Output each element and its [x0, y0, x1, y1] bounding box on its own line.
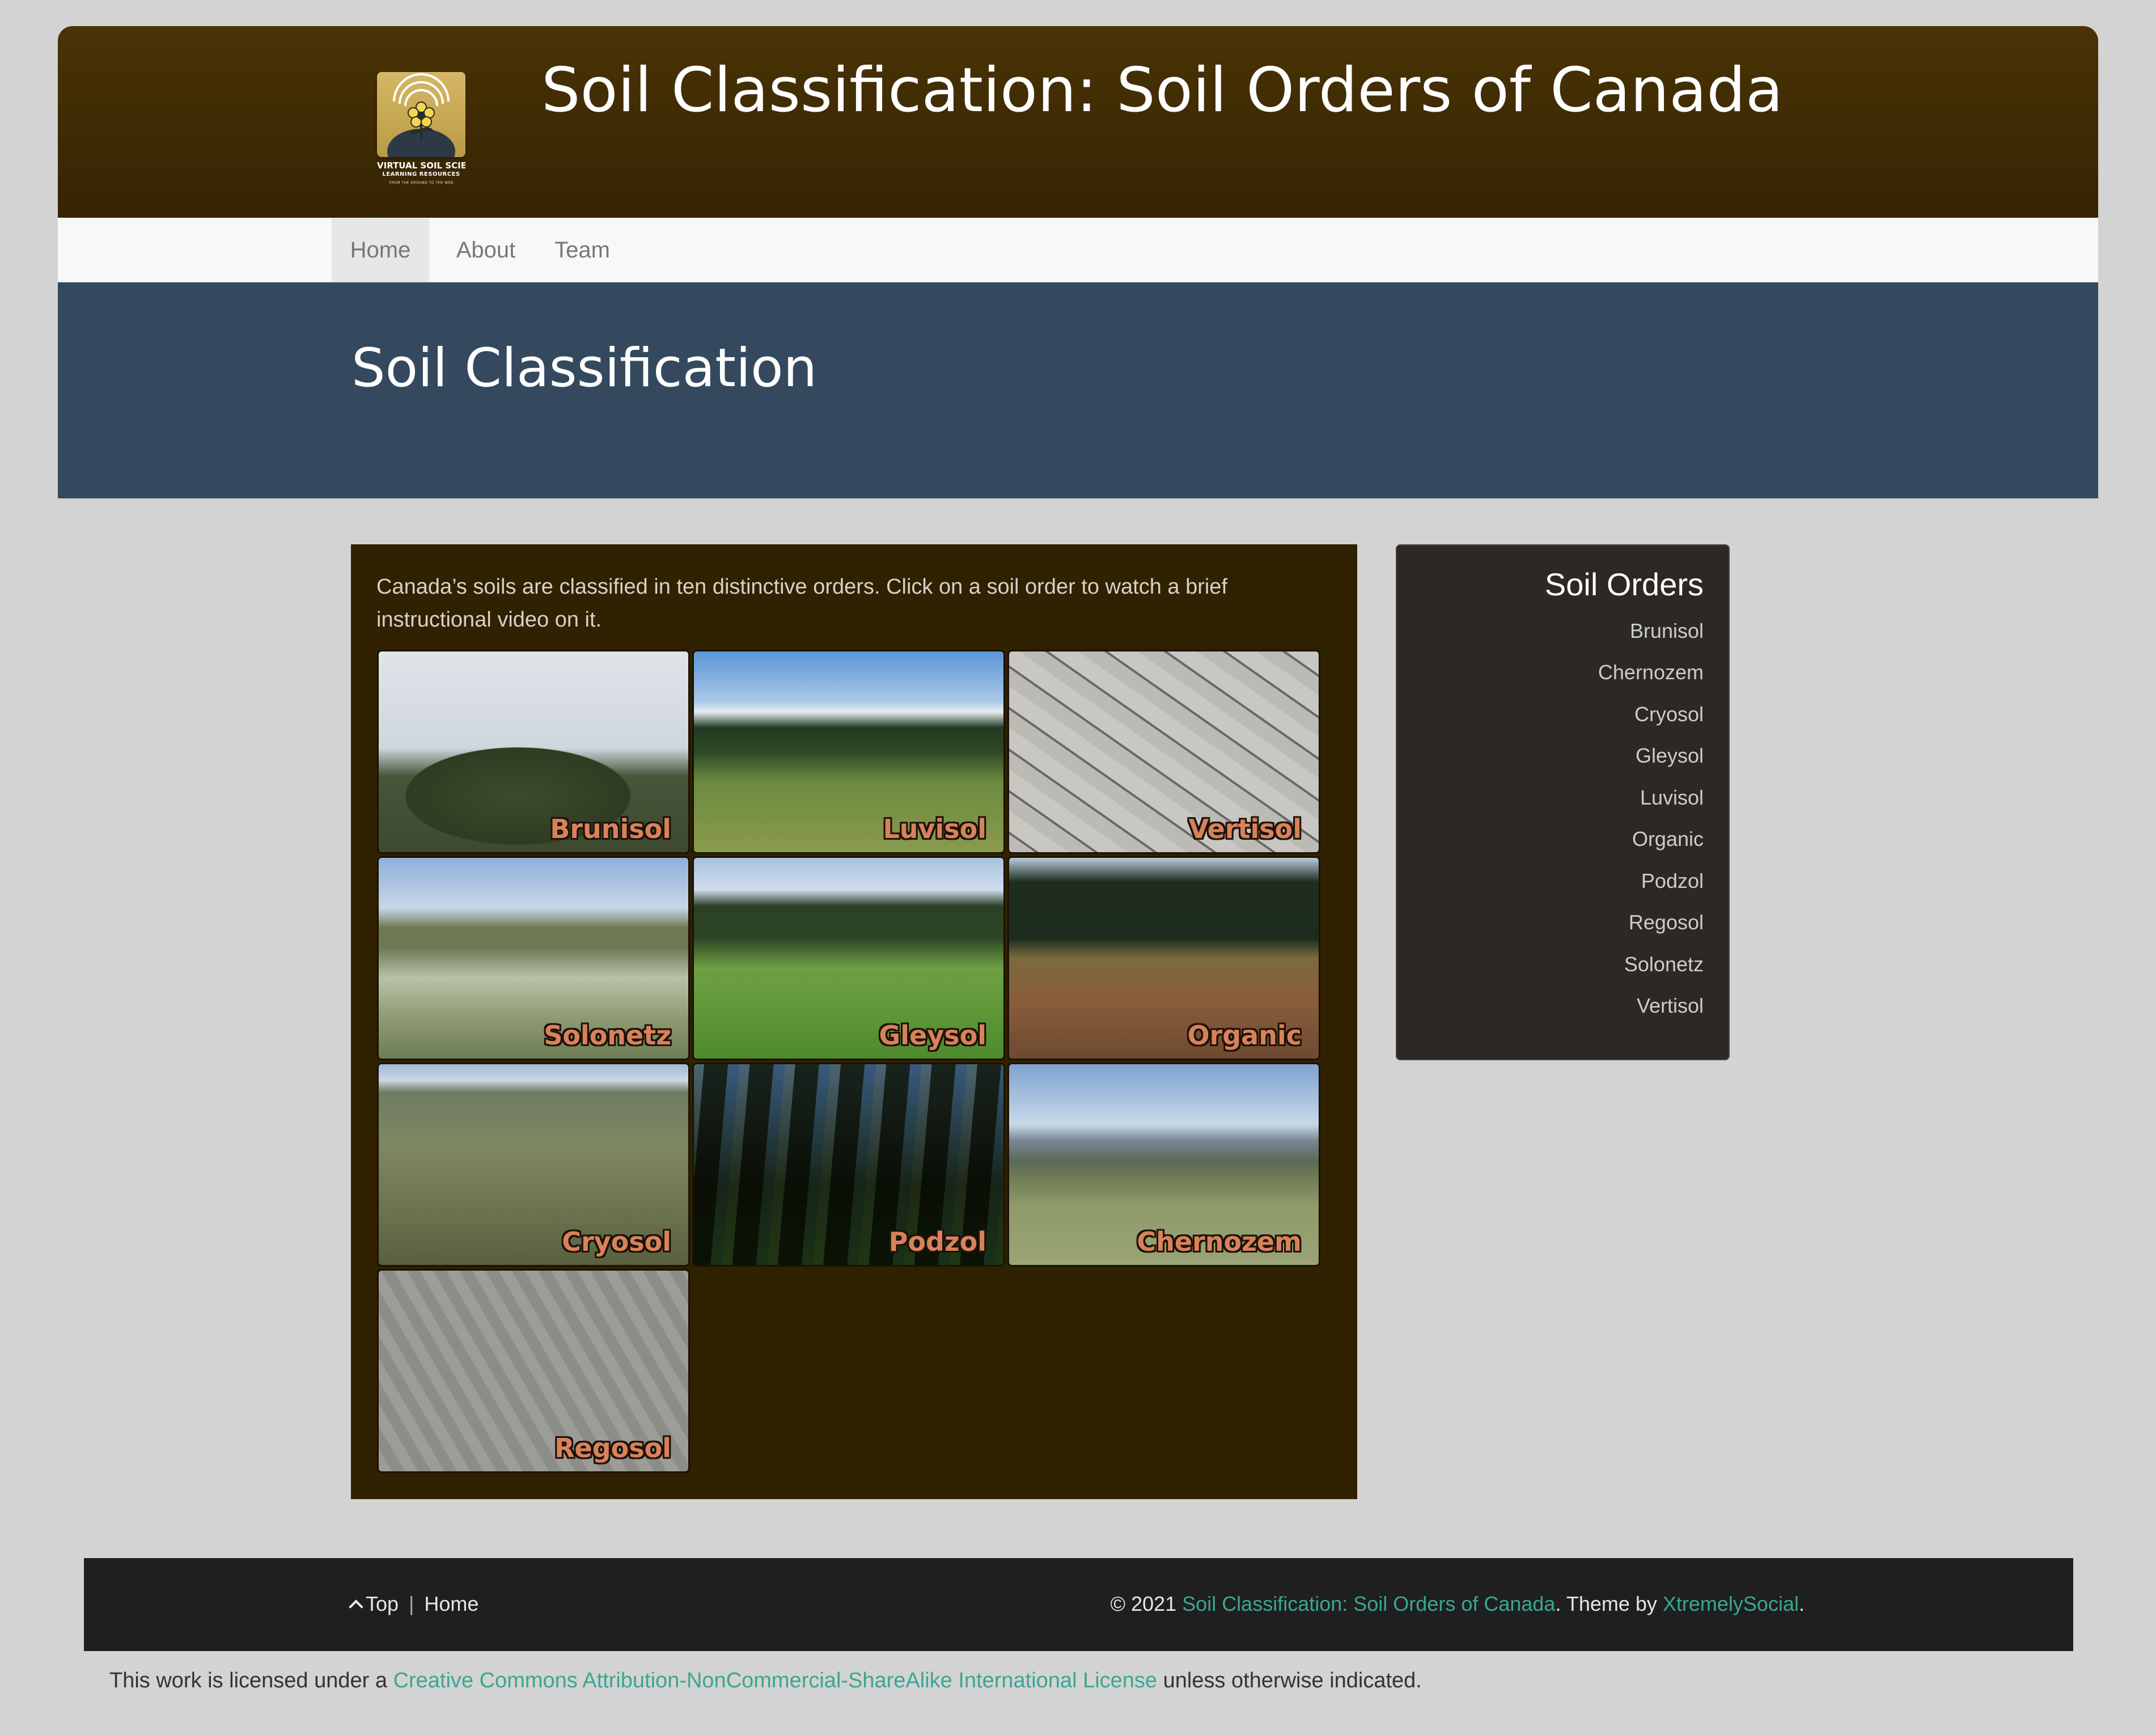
sidebar-link-chernozem[interactable]: Chernozem: [1396, 661, 1704, 684]
license-prefix: This work is licensed under a: [109, 1669, 393, 1692]
footer-site-link[interactable]: Soil Classification: Soil Orders of Cana…: [1182, 1592, 1555, 1615]
logo-text-line2: LEARNING RESOURCES: [382, 171, 460, 177]
site-logo[interactable]: VIRTUAL SOIL SCIENCE LEARNING RESOURCES …: [377, 72, 465, 185]
nav-about[interactable]: About: [438, 218, 534, 282]
theme-prefix: . Theme by: [1555, 1592, 1663, 1615]
sidebar-link-luvisol[interactable]: Luvisol: [1396, 786, 1704, 810]
page-title: Soil Classification: [351, 337, 817, 399]
tile-label: Luvisol: [883, 814, 986, 844]
nav-team[interactable]: Team: [540, 218, 625, 282]
tile-luvisol[interactable]: Luvisol: [692, 650, 1005, 854]
top-link[interactable]: Top: [349, 1592, 399, 1615]
license-suffix: unless otherwise indicated.: [1157, 1669, 1422, 1692]
copyright-prefix: © 2021: [1110, 1592, 1183, 1615]
sidebar-link-solonetz[interactable]: Solonetz: [1396, 953, 1704, 976]
tile-label: Vertisol: [1188, 814, 1302, 844]
tile-brunisol[interactable]: Brunisol: [377, 650, 690, 854]
tile-cryosol[interactable]: Cryosol: [377, 1063, 690, 1267]
tile-label: Chernozem: [1137, 1226, 1302, 1257]
footer-home-link[interactable]: Home: [424, 1592, 478, 1615]
logo-text-line1: VIRTUAL SOIL SCIENCE: [377, 160, 465, 171]
tile-label: Solonetz: [544, 1020, 671, 1051]
sidebar-link-cryosol[interactable]: Cryosol: [1396, 703, 1704, 726]
license-notice: This work is licensed under a Creative C…: [109, 1669, 1422, 1693]
flower-icon: [387, 73, 455, 157]
sidebar-link-vertisol[interactable]: Vertisol: [1396, 994, 1704, 1018]
sidebar-link-brunisol[interactable]: Brunisol: [1396, 619, 1704, 643]
tile-organic[interactable]: Organic: [1007, 856, 1320, 1060]
site-title[interactable]: Soil Classification: Soil Orders of Cana…: [541, 54, 1845, 128]
footer-period: .: [1798, 1592, 1805, 1615]
chevron-up-icon: [349, 1599, 363, 1614]
tile-label: Podzol: [888, 1226, 986, 1257]
logo-text-line3: FROM THE GROUND TO THE WEB: [389, 181, 454, 185]
intro-text: Canada’s soils are classified in ten dis…: [376, 575, 1227, 632]
footer-nav: Top | Home: [349, 1592, 478, 1616]
tile-regosol[interactable]: Regosol: [377, 1269, 690, 1473]
tile-label: Organic: [1187, 1020, 1302, 1051]
tile-chernozem[interactable]: Chernozem: [1007, 1063, 1320, 1267]
sidebar-link-regosol[interactable]: Regosol: [1396, 911, 1704, 934]
footer-copyright: © 2021 Soil Classification: Soil Orders …: [1111, 1592, 1805, 1616]
sidebar-title: Soil Orders: [1544, 566, 1704, 602]
tile-vertisol[interactable]: Vertisol: [1007, 650, 1320, 854]
tile-label: Regosol: [554, 1433, 671, 1463]
top-link-label: Top: [366, 1592, 399, 1615]
footer-separator: |: [409, 1592, 414, 1615]
main-nav: Home About Team: [58, 218, 2098, 282]
sidebar-link-podzol[interactable]: Podzol: [1396, 869, 1704, 893]
tile-solonetz[interactable]: Solonetz: [377, 856, 690, 1060]
footer-theme-link[interactable]: XtremelySocial: [1663, 1592, 1799, 1615]
tile-podzol[interactable]: Podzol: [692, 1063, 1005, 1267]
tile-label: Gleysol: [879, 1020, 986, 1051]
tile-label: Brunisol: [550, 814, 671, 844]
license-link[interactable]: Creative Commons Attribution-NonCommerci…: [393, 1669, 1157, 1692]
sidebar-link-organic[interactable]: Organic: [1396, 827, 1704, 851]
nav-home[interactable]: Home: [332, 218, 429, 282]
tile-label: Cryosol: [562, 1226, 671, 1257]
tile-gleysol[interactable]: Gleysol: [692, 856, 1005, 1060]
sidebar-link-gleysol[interactable]: Gleysol: [1396, 744, 1704, 768]
